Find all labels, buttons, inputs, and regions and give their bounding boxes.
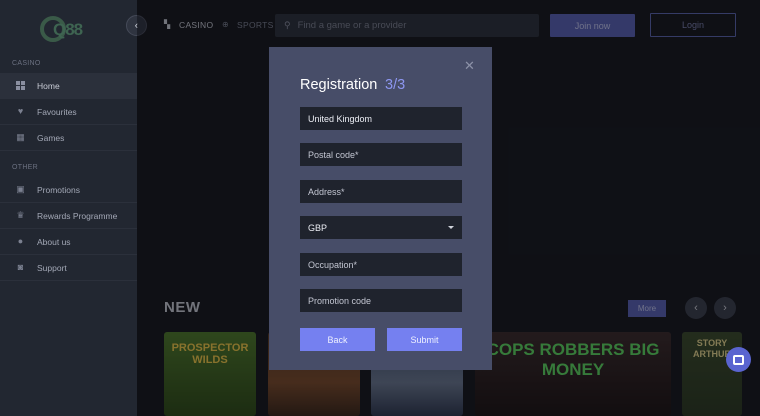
sidebar-item-about[interactable]: ● About us (0, 229, 137, 255)
sidebar-item-label: Games (37, 132, 65, 143)
brand-logo[interactable]: Q88 (40, 16, 98, 42)
currency-select[interactable]: GBP (300, 216, 462, 239)
modal-title: Registration (300, 77, 378, 93)
modal-step-indicator: 3/3 (385, 77, 406, 93)
sidebar-item-rewards[interactable]: ♛ Rewards Programme (0, 203, 137, 229)
sidebar-item-label: About us (37, 236, 71, 247)
chat-bubble-icon (733, 354, 744, 365)
close-icon[interactable]: ✕ (464, 58, 475, 74)
country-field[interactable]: United Kingdom (300, 107, 462, 130)
registration-modal: ✕ Registration 3/3 United Kingdom Postal… (269, 47, 492, 370)
sidebar-section-other: OTHER (12, 164, 38, 171)
heart-icon: ♥ (17, 106, 24, 116)
sidebar-section-casino: CASINO (12, 60, 41, 67)
sidebar-item-promotions[interactable]: ▣ Promotions (0, 177, 137, 203)
sidebar-item-games[interactable]: ▦ Games (0, 125, 137, 151)
currency-select-value: GBP (308, 222, 328, 233)
sidebar-item-label: Favourites (37, 106, 77, 117)
sidebar-item-favourites[interactable]: ♥ Favourites (0, 99, 137, 125)
gift-icon: ▣ (16, 184, 25, 194)
sidebar-item-label: Home (37, 80, 60, 91)
sidebar-item-label: Rewards Programme (37, 210, 118, 221)
address-field[interactable]: Address* (300, 180, 462, 203)
promotion-code-field[interactable]: Promotion code (300, 289, 462, 312)
sidebar-item-home[interactable]: Home (0, 73, 137, 99)
trophy-icon: ♛ (16, 210, 25, 220)
chat-icon: ◙ (17, 262, 24, 272)
submit-button[interactable]: Submit (387, 328, 462, 351)
sidebar-item-label: Promotions (37, 184, 80, 195)
info-icon: ● (17, 236, 24, 246)
chevron-down-icon (448, 226, 454, 229)
sidebar-item-support[interactable]: ◙ Support (0, 255, 137, 281)
logo-text: Q88 (53, 20, 83, 39)
sidebar: Q88 CASINO Home ♥ Favourites ▦ Games OTH… (0, 0, 137, 416)
occupation-field[interactable]: Occupation* (300, 253, 462, 276)
back-button[interactable]: Back (300, 328, 375, 351)
dashboard-icon (16, 81, 25, 90)
postal-code-field[interactable]: Postal code* (300, 143, 462, 166)
sidebar-item-label: Support (37, 262, 67, 273)
live-chat-button[interactable] (726, 347, 751, 372)
games-icon: ▦ (16, 132, 25, 142)
